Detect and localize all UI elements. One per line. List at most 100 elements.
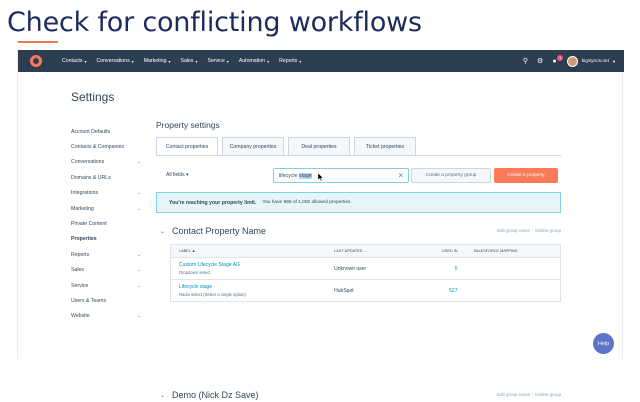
- chevron-down-icon: ▾: [195, 58, 198, 64]
- chevron-down-icon: ⌄: [137, 313, 141, 319]
- delete-group-link[interactable]: Delete group: [535, 228, 561, 233]
- group-actions: Edit group name | Delete group: [497, 228, 561, 233]
- title-underline: [18, 41, 58, 43]
- sidebar-item-domains-urls[interactable]: Domains & URLs: [71, 170, 141, 185]
- section-title: Property settings: [156, 120, 220, 130]
- tab-deal-properties[interactable]: Deal properties: [288, 137, 350, 155]
- sidebar-item-website[interactable]: Website ⌄: [71, 309, 141, 324]
- table-body: Custom Lifecycle Stage AG Dropdown select…: [170, 258, 561, 302]
- sidebar-item-reports[interactable]: Reports ⌄: [71, 247, 141, 262]
- group-actions: Edit group name | Delete group: [497, 392, 561, 397]
- filter-row: All fields ▾ lifecycle stage × Create a …: [156, 168, 561, 184]
- sidebar-item-sales[interactable]: Sales ⌄: [71, 263, 141, 278]
- used-in-cell[interactable]: 5: [412, 266, 466, 272]
- property-type: Radio select (Select a single option): [179, 292, 246, 297]
- nav-item-reports[interactable]: Reports ▾: [279, 58, 301, 64]
- column-header-last-updated[interactable]: LAST UPDATED ...: [326, 249, 412, 253]
- sidebar-item-conversations[interactable]: Conversations ⌄: [71, 155, 141, 170]
- nav-item-automation[interactable]: Automation ▾: [239, 58, 269, 64]
- tab-company-properties[interactable]: Company properties: [222, 137, 284, 155]
- sidebar-item-integrations[interactable]: Integrations ⌄: [71, 186, 141, 201]
- chevron-down-icon: ▾: [131, 58, 134, 64]
- nav-menu: Contacts ▾ Conversations ▾ Marketing ▾ Sales ▾ S…: [62, 58, 311, 64]
- property-cell: Custom Lifecycle Stage AG Dropdown select: [171, 262, 326, 275]
- property-cell: Lifecycle stage Radio select (Select a si…: [171, 284, 326, 297]
- properties-table: LABEL ▲ LAST UPDATED ... USED IN SALESFO…: [170, 244, 561, 302]
- chevron-down-icon: ▾: [267, 58, 270, 64]
- limit-heading: You're reaching your property limit.: [169, 199, 257, 206]
- table-row[interactable]: Custom Lifecycle Stage AG Dropdown select…: [170, 258, 561, 280]
- hubspot-logo-icon[interactable]: [30, 55, 42, 67]
- table-header: LABEL ▲ LAST UPDATED ... USED IN SALESFO…: [170, 244, 561, 258]
- property-tabs: Contact properties Company properties Deal…: [156, 137, 561, 155]
- property-limit-banner: You're reaching your property limit. You…: [156, 192, 561, 213]
- tab-divider: [156, 155, 561, 156]
- sidebar-item-private-content[interactable]: Private Content: [71, 216, 141, 231]
- sidebar-item-users-teams[interactable]: Users & Teams: [71, 293, 141, 308]
- chevron-down-icon: ⌄: [137, 282, 141, 288]
- search-input[interactable]: lifecycle stage ×: [273, 168, 409, 183]
- account-name[interactable]: bigSyncs.net: [582, 59, 609, 64]
- property-type: Dropdown select: [179, 270, 211, 275]
- nav-item-sales[interactable]: Sales ▾: [180, 58, 197, 64]
- limit-detail: You have 998 of 1,000 allowed properties…: [262, 200, 352, 205]
- create-property-button[interactable]: Create a property: [494, 168, 558, 183]
- chevron-down-icon: ⌄: [137, 251, 141, 257]
- last-updated-cell: Unknown user: [334, 265, 367, 272]
- collapse-caret-icon[interactable]: ⌄: [160, 392, 172, 399]
- nav-item-marketing[interactable]: Marketing ▾: [144, 58, 171, 64]
- group-name[interactable]: Contact Property Name: [172, 226, 266, 236]
- used-in-cell[interactable]: 527: [412, 288, 466, 294]
- last-updated-cell: HubSpot: [334, 287, 354, 294]
- search-value: lifecycle stage: [279, 173, 312, 179]
- chevron-down-icon: ⌄: [137, 190, 141, 196]
- notification-badge: 1: [557, 54, 564, 61]
- sidebar-item-properties[interactable]: Properties: [71, 232, 141, 247]
- tab-contact-properties[interactable]: Contact properties: [156, 137, 218, 155]
- column-header-label[interactable]: LABEL ▲: [171, 249, 326, 253]
- property-name-link[interactable]: Lifecycle stage: [179, 284, 326, 290]
- help-button[interactable]: Help: [593, 333, 614, 354]
- settings-sidebar: Account Defaults Contacts & Companies Conv…: [71, 124, 141, 324]
- group-name[interactable]: Demo (Nick Dz Save): [172, 390, 259, 400]
- column-header-salesforce-mapping: SALESFORCE MAPPING: [473, 249, 518, 253]
- clear-search-icon[interactable]: ×: [398, 171, 403, 180]
- sidebar-item-account-defaults[interactable]: Account Defaults: [71, 124, 141, 139]
- column-header-used-in[interactable]: USED IN: [412, 249, 466, 253]
- slide-title: Check for conflicting workflows: [7, 7, 422, 38]
- edit-group-name-link[interactable]: Edit group name: [497, 392, 530, 397]
- nav-utilities: ⚲ ⚙ ● 1 bigSyncs.net ▼: [514, 50, 616, 72]
- property-group: ⌄ Demo (Nick Dz Save) Edit group name | De…: [156, 388, 561, 402]
- gear-icon[interactable]: ⚙: [537, 57, 543, 65]
- notifications-icon[interactable]: ● 1: [552, 54, 564, 65]
- app-window: Contacts ▾ Conversations ▾ Marketing ▾ Sales ▾ S…: [17, 50, 624, 400]
- chevron-down-icon: ▾: [299, 58, 302, 64]
- chevron-down-icon: ▾: [226, 58, 229, 64]
- text-cursor-icon: [318, 173, 323, 181]
- chevron-down-icon: ⌄: [137, 159, 141, 165]
- chevron-down-icon: ▾: [84, 58, 87, 64]
- nav-item-conversations[interactable]: Conversations ▾: [97, 58, 134, 64]
- sidebar-item-service[interactable]: Service ⌄: [71, 278, 141, 293]
- avatar[interactable]: [566, 55, 578, 67]
- property-name-link[interactable]: Custom Lifecycle Stage AG: [179, 262, 326, 268]
- property-group: ⌄ Contact Property Name Edit group name |…: [156, 224, 561, 302]
- collapse-caret-icon[interactable]: ⌄: [160, 228, 172, 235]
- chevron-down-icon: ▾: [168, 58, 171, 64]
- delete-group-link[interactable]: Delete group: [535, 392, 561, 397]
- top-navigation: Contacts ▾ Conversations ▾ Marketing ▾ Sales ▾ S…: [18, 50, 624, 72]
- sidebar-item-contacts-companies[interactable]: Contacts & Companies: [71, 139, 141, 154]
- tab-ticket-properties[interactable]: Ticket properties: [354, 137, 416, 155]
- main-content: Property settings Contact properties Comp…: [156, 120, 561, 400]
- nav-item-service[interactable]: Service ▾: [207, 58, 228, 64]
- table-row[interactable]: Lifecycle stage Radio select (Select a si…: [170, 280, 561, 302]
- nav-item-contacts[interactable]: Contacts ▾: [62, 58, 87, 64]
- chevron-down-icon[interactable]: ▼: [612, 59, 616, 64]
- sidebar-item-marketing[interactable]: Marketing ⌄: [71, 201, 141, 216]
- edit-group-name-link[interactable]: Edit group name: [497, 228, 530, 233]
- search-icon[interactable]: ⚲: [523, 57, 528, 65]
- create-property-group-button[interactable]: Create a property group: [411, 168, 491, 183]
- page-title: Settings: [71, 90, 115, 104]
- all-fields-dropdown[interactable]: All fields ▾: [166, 172, 189, 178]
- chevron-down-icon: ⌄: [137, 267, 141, 273]
